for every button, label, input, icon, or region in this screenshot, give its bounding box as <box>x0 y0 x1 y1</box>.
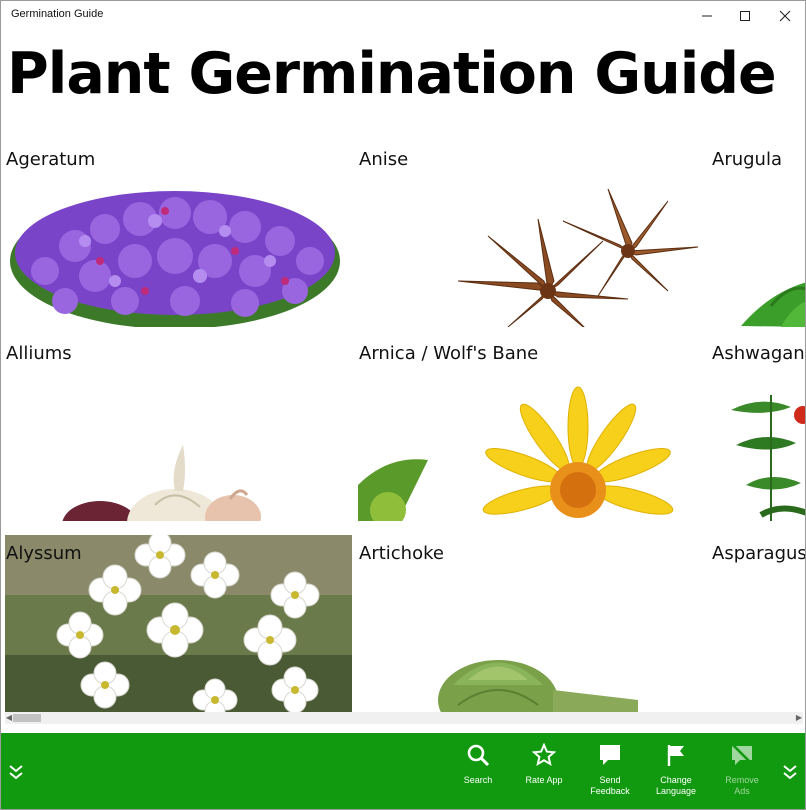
scrollbar-thumb[interactable] <box>13 714 41 722</box>
speech-bubble-icon <box>600 745 620 765</box>
close-button[interactable] <box>763 1 805 31</box>
search-icon <box>467 744 490 767</box>
close-icon <box>779 10 791 22</box>
more-options-button[interactable] <box>781 761 799 783</box>
double-chevron-down-icon <box>9 765 23 780</box>
plant-tile-arnica[interactable]: Arnica / Wolf's Bane <box>358 335 705 521</box>
maximize-button[interactable] <box>723 1 767 31</box>
search-button[interactable]: Search <box>445 741 511 807</box>
scroll-right-icon[interactable]: ▶ <box>795 712 803 724</box>
flag-icon <box>667 745 684 766</box>
double-chevron-down-icon <box>783 765 797 780</box>
plant-name: Alyssum <box>6 543 82 564</box>
scroll-left-icon[interactable]: ◀ <box>5 712 13 724</box>
page-title: Plant Germination Guide <box>7 41 777 107</box>
plant-name: Arugula <box>712 149 782 170</box>
send-feedback-label: Send Feedback <box>590 775 630 796</box>
rate-app-button[interactable]: Rate App <box>511 741 577 807</box>
plant-tile-artichoke[interactable]: Artichoke <box>358 535 705 713</box>
maximize-icon <box>740 11 750 21</box>
search-label: Search <box>463 775 493 785</box>
horizontal-scrollbar[interactable]: ◀ ▶ <box>5 712 803 724</box>
plant-name: Ageratum <box>6 149 96 170</box>
plant-grid: Ageratum Anise Arugula Alliums Arnica / … <box>5 141 805 713</box>
anise-image <box>457 188 699 327</box>
window-title: Germination Guide <box>11 8 104 20</box>
plant-name: Artichoke <box>359 543 444 564</box>
plant-tile-alyssum[interactable]: Alyssum <box>5 535 352 713</box>
plant-name: Ashwagandha <box>712 343 805 364</box>
plant-name: Arnica / Wolf's Bane <box>359 343 539 364</box>
change-language-button[interactable]: Change Language <box>643 741 709 807</box>
rate-app-label: Rate App <box>525 775 563 785</box>
change-language-label: Change Language <box>655 775 697 796</box>
plant-tile-arugula[interactable]: Arugula <box>711 141 805 327</box>
app-window: Germination Guide Plant Germination Guid… <box>0 0 806 810</box>
title-bar: Germination Guide <box>1 1 805 31</box>
app-bar: Search Rate App Send Feedback Change Lan… <box>1 733 805 809</box>
plant-name: Asparagus <box>712 543 805 564</box>
minimize-icon <box>702 15 712 17</box>
plant-tile-anise[interactable]: Anise <box>358 141 705 327</box>
plant-tile-alliums[interactable]: Alliums <box>5 335 352 521</box>
plant-tile-ageratum[interactable]: Ageratum <box>5 141 352 327</box>
plant-name: Alliums <box>6 343 72 364</box>
remove-ads-button: Remove Ads <box>709 741 775 807</box>
expand-left-button[interactable] <box>7 761 25 783</box>
star-icon <box>532 743 556 767</box>
plant-name: Anise <box>359 149 409 170</box>
plant-tile-ashwagandha[interactable]: Ashwagandha <box>711 335 805 521</box>
no-ads-icon <box>732 744 752 765</box>
send-feedback-button[interactable]: Send Feedback <box>577 741 643 807</box>
plant-tile-asparagus[interactable]: Asparagus <box>711 535 805 713</box>
remove-ads-label: Remove Ads <box>725 775 759 796</box>
